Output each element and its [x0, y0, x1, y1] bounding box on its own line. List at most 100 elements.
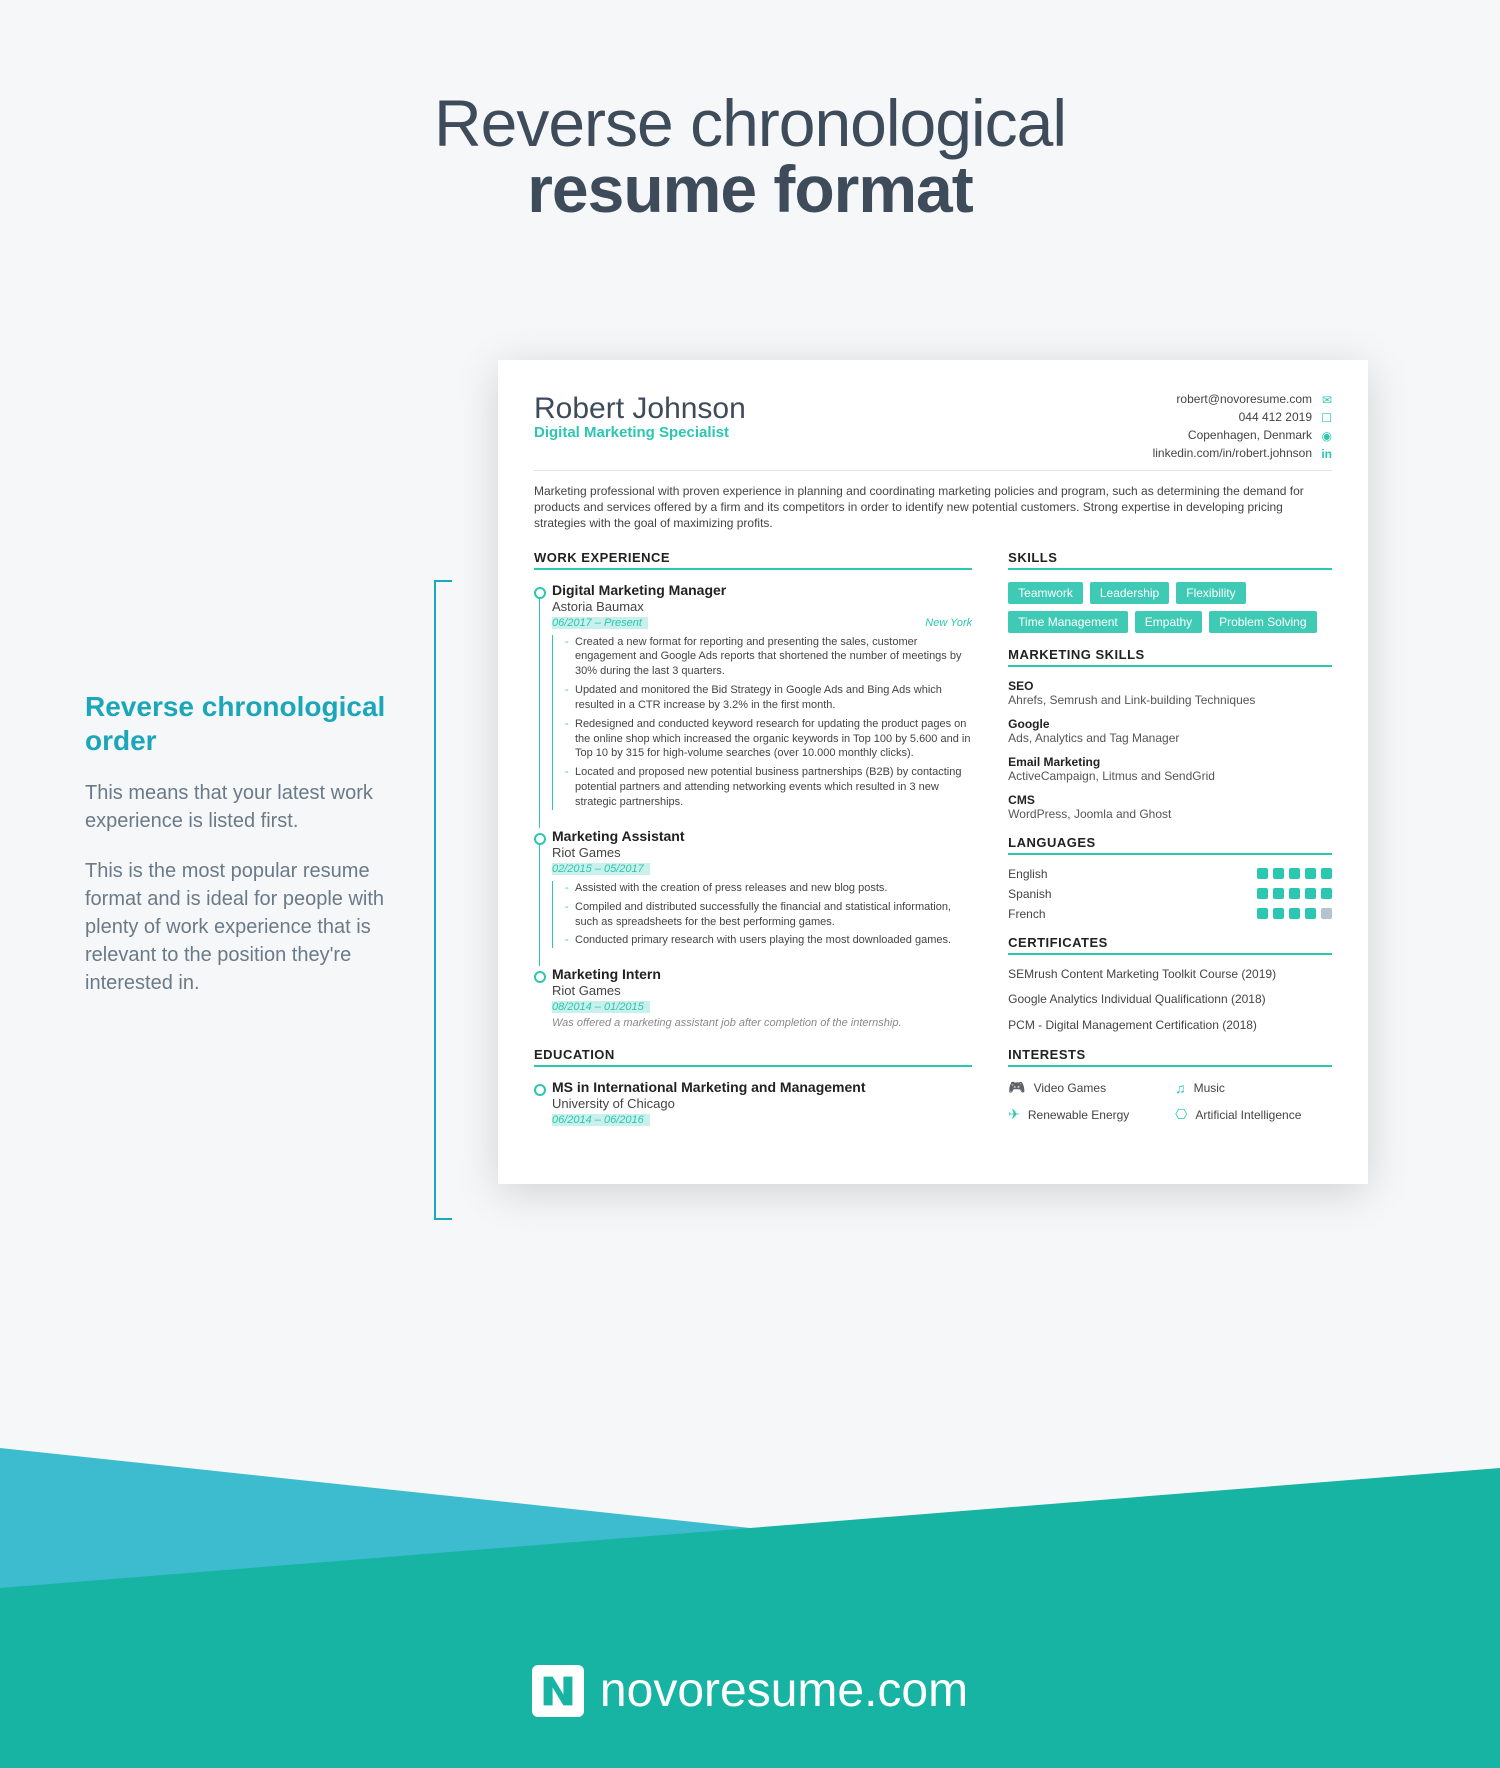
job-bullets: Created a new format for reporting and p…: [552, 635, 972, 810]
contact-email: robert@novoresume.com: [1176, 392, 1312, 406]
bracket-line: [434, 580, 452, 1220]
contact-location: Copenhagen, Denmark: [1188, 428, 1312, 442]
section-work: WORK EXPERIENCE: [534, 550, 972, 570]
interest-item: 🎮Video Games: [1008, 1079, 1165, 1096]
linkedin-icon: in: [1320, 447, 1332, 459]
brand-text: novoresume.com: [600, 1663, 968, 1718]
page-header: Reverse chronological resume format: [0, 0, 1500, 227]
sidebar-callout: Reverse chronological order This means t…: [85, 690, 415, 997]
interest-icon: ⎔: [1175, 1106, 1187, 1123]
lang-dot: [1273, 908, 1284, 919]
lang-name: English: [1008, 867, 1047, 881]
pin-icon: ◉: [1320, 429, 1332, 441]
interest-icon: ♫: [1175, 1080, 1186, 1096]
job-note: Was offered a marketing assistant job af…: [552, 1017, 972, 1029]
job-entry: Marketing Intern Riot Games 08/2014 – 01…: [534, 966, 972, 1029]
job-entry: Marketing Assistant Riot Games 02/2015 –…: [534, 828, 972, 948]
header-line1: Reverse chronological: [0, 85, 1500, 161]
skill-name: Email Marketing: [1008, 755, 1332, 769]
job-title: Marketing Assistant: [552, 828, 972, 844]
resume-card: Robert Johnson Digital Marketing Special…: [498, 360, 1368, 1184]
certificate: Google Analytics Individual Qualificatio…: [1008, 992, 1332, 1008]
interest-item: ♫ Music: [1175, 1079, 1332, 1096]
section-education: EDUCATION: [534, 1047, 972, 1067]
lang-dot: [1321, 888, 1332, 899]
language-row: English: [1008, 867, 1332, 881]
lang-dot: [1257, 868, 1268, 879]
interest-icon: ✈: [1008, 1106, 1020, 1123]
lang-dot: [1289, 888, 1300, 899]
lang-dot: [1305, 868, 1316, 879]
job-title: Digital Marketing Manager: [552, 582, 972, 598]
contact-phone: 044 412 2019: [1239, 410, 1312, 424]
skill-desc: Ads, Analytics and Tag Manager: [1008, 731, 1332, 745]
degree: MS in International Marketing and Manage…: [552, 1079, 972, 1095]
lang-dot: [1289, 868, 1300, 879]
job-company: Astoria Baumax: [552, 599, 972, 614]
marketing-skill: Email MarketingActiveCampaign, Litmus an…: [1008, 755, 1332, 783]
skill-name: SEO: [1008, 679, 1332, 693]
section-certs: CERTIFICATES: [1008, 935, 1332, 955]
job-bullet: Located and proposed new potential busin…: [565, 765, 972, 810]
certificate: PCM - Digital Management Certification (…: [1008, 1018, 1332, 1034]
contact-block: robert@novoresume.com✉ 044 412 2019☐ Cop…: [1153, 392, 1332, 464]
callout-para2: This is the most popular resume format a…: [85, 857, 415, 997]
lang-dot: [1257, 908, 1268, 919]
job-bullet: Assisted with the creation of press rele…: [565, 881, 972, 896]
job-entry: Digital Marketing Manager Astoria Baumax…: [534, 582, 972, 810]
job-bullets: Assisted with the creation of press rele…: [552, 881, 972, 948]
lang-dots: [1257, 888, 1332, 899]
education-entry: MS in International Marketing and Manage…: [534, 1079, 972, 1126]
interest-item: ✈Renewable Energy: [1008, 1106, 1165, 1123]
interest-label: Music: [1194, 1081, 1225, 1095]
marketing-skill: SEOAhrefs, Semrush and Link-building Tec…: [1008, 679, 1332, 707]
footer-brand: novoresume.com: [0, 1663, 1500, 1718]
job-dates: 06/2017 – Present: [552, 617, 648, 629]
callout-title: Reverse chronological order: [85, 690, 415, 757]
school: University of Chicago: [552, 1096, 972, 1111]
lang-dot: [1273, 888, 1284, 899]
lang-dot: [1321, 868, 1332, 879]
lang-dot: [1305, 888, 1316, 899]
phone-icon: ☐: [1320, 411, 1332, 423]
resume-name: Robert Johnson: [534, 392, 746, 426]
job-bullet: Created a new format for reporting and p…: [565, 635, 972, 680]
job-bullet: Compiled and distributed successfully th…: [565, 900, 972, 930]
interest-label: Artificial Intelligence: [1195, 1108, 1301, 1122]
contact-linkedin: linkedin.com/in/robert.johnson: [1153, 446, 1312, 460]
marketing-skill: GoogleAds, Analytics and Tag Manager: [1008, 717, 1332, 745]
section-languages: LANGUAGES: [1008, 835, 1332, 855]
callout-para1: This means that your latest work experie…: [85, 779, 415, 835]
edu-dates: 06/2014 – 06/2016: [552, 1114, 650, 1126]
interest-item: ⎔ Artificial Intelligence: [1175, 1106, 1332, 1123]
job-dates: 02/2015 – 05/2017: [552, 863, 650, 875]
skill-desc: WordPress, Joomla and Ghost: [1008, 807, 1332, 821]
lang-dots: [1257, 908, 1332, 919]
resume-job-title: Digital Marketing Specialist: [534, 424, 746, 441]
job-location: New York: [925, 617, 972, 629]
lang-dot: [1273, 868, 1284, 879]
marketing-skill: CMSWordPress, Joomla and Ghost: [1008, 793, 1332, 821]
skill-name: Google: [1008, 717, 1332, 731]
skill-pill: Problem Solving: [1209, 611, 1316, 633]
job-company: Riot Games: [552, 845, 972, 860]
skill-name: CMS: [1008, 793, 1332, 807]
logo-icon: [532, 1665, 584, 1717]
job-bullet: Conducted primary research with users pl…: [565, 933, 972, 948]
skill-desc: Ahrefs, Semrush and Link-building Techni…: [1008, 693, 1332, 707]
lang-dot: [1257, 888, 1268, 899]
lang-dot: [1305, 908, 1316, 919]
section-skills: SKILLS: [1008, 550, 1332, 570]
skill-pill: Empathy: [1135, 611, 1202, 633]
skill-pill: Time Management: [1008, 611, 1128, 633]
skill-desc: ActiveCampaign, Litmus and SendGrid: [1008, 769, 1332, 783]
header-line2: resume format: [0, 151, 1500, 227]
language-row: Spanish: [1008, 887, 1332, 901]
section-interests: INTERESTS: [1008, 1047, 1332, 1067]
lang-dot: [1321, 908, 1332, 919]
language-row: French: [1008, 907, 1332, 921]
skill-pill: Flexibility: [1176, 582, 1245, 604]
job-company: Riot Games: [552, 983, 972, 998]
skill-pill: Teamwork: [1008, 582, 1083, 604]
soft-skill-pills: TeamworkLeadershipFlexibilityTime Manage…: [1008, 582, 1332, 633]
